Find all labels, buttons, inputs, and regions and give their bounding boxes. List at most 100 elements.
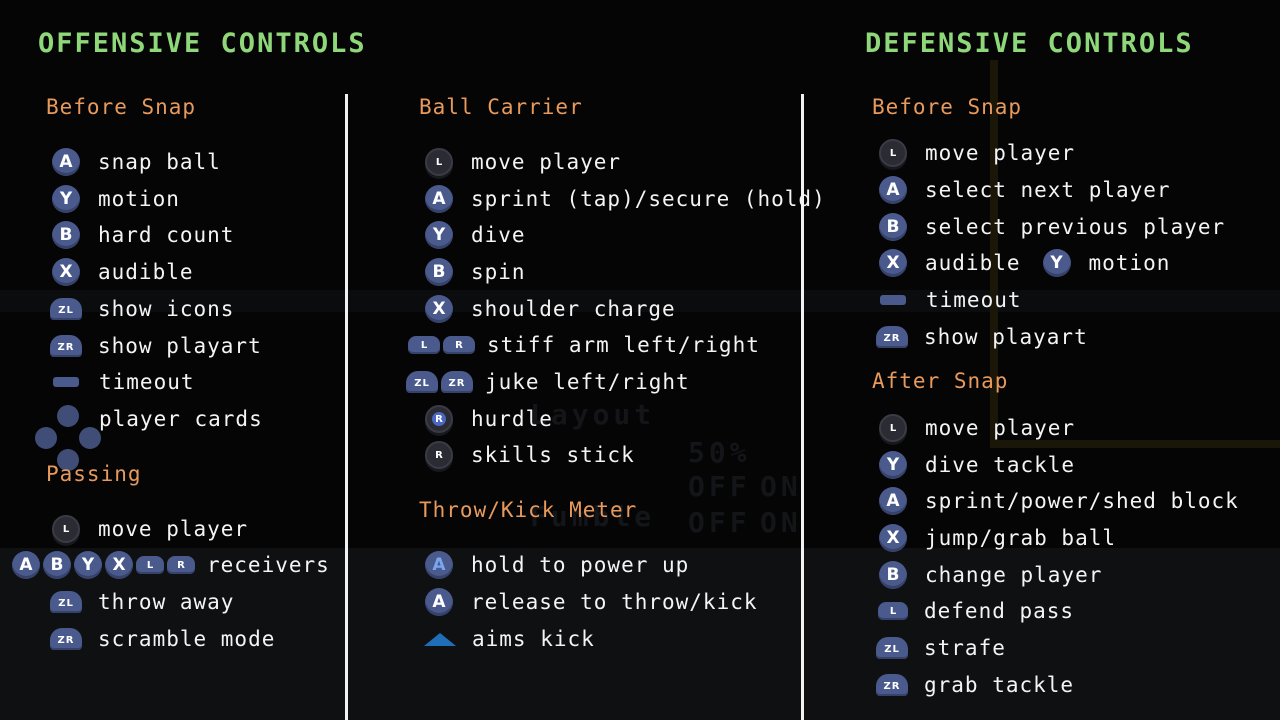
control-label: throw away: [98, 590, 235, 614]
zl-trigger-icon: ZL: [406, 371, 438, 393]
r-bumper-icon: R: [167, 556, 195, 574]
minus-button-icon: [53, 377, 79, 387]
control-row: Y motion: [52, 184, 180, 214]
control-row: B select previous player: [879, 212, 1225, 242]
control-row: Y dive tackle: [879, 450, 1075, 480]
control-row: A sprint/power/shed block: [879, 486, 1239, 516]
control-label: jump/grab ball: [925, 526, 1117, 550]
offensive-controls-title: OFFENSIVE CONTROLS: [38, 28, 367, 59]
control-row: timeout: [53, 367, 195, 397]
control-label: scramble mode: [98, 627, 276, 651]
control-row: Y dive: [425, 220, 526, 250]
control-label: release to throw/kick: [471, 590, 758, 614]
control-row: A sprint (tap)/secure (hold): [425, 184, 826, 214]
control-label: hard count: [98, 223, 235, 247]
b-button-icon: B: [52, 221, 80, 249]
right-stick-glyph: R: [432, 412, 446, 426]
y-button-icon: Y: [74, 551, 102, 579]
control-row: timeout: [880, 285, 1022, 315]
control-row: X shoulder charge: [425, 294, 676, 324]
b-button-icon: B: [879, 561, 907, 589]
dpad-left: [35, 427, 57, 449]
control-label: select next player: [925, 178, 1171, 202]
control-label: sprint (tap)/secure (hold): [471, 187, 826, 211]
control-row: X audible: [52, 257, 194, 287]
control-row: X jump/grab ball: [879, 523, 1116, 553]
offense-before-snap-heading: Before Snap: [46, 95, 197, 119]
b-button-icon: B: [43, 551, 71, 579]
control-label: show icons: [98, 297, 235, 321]
control-label: move player: [925, 416, 1076, 440]
control-row: ZR show playart: [876, 322, 1088, 352]
right-stick-press-icon: R: [425, 405, 453, 433]
zl-zr-triggers-icon: ZL ZR: [406, 371, 473, 393]
control-label: move player: [98, 517, 249, 541]
y-button-icon: Y: [425, 221, 453, 249]
control-label: shoulder charge: [471, 297, 676, 321]
bg-text-off1: OFF: [688, 470, 751, 503]
bg-text-on2: ON: [760, 506, 802, 539]
zl-trigger-icon: ZL: [876, 637, 908, 659]
x-button-icon: X: [105, 551, 133, 579]
control-row: L R stiff arm left/right: [408, 330, 760, 360]
control-row: ZR grab tackle: [876, 670, 1074, 700]
x-button-icon: X: [879, 249, 907, 277]
control-row: L move player: [879, 138, 1075, 168]
control-label: hurdle: [471, 407, 553, 431]
left-stick-icon: L: [879, 139, 907, 167]
control-label: juke left/right: [485, 370, 690, 394]
bg-text-pct: 50%: [688, 436, 751, 469]
ball-carrier-heading: Ball Carrier: [419, 95, 583, 119]
column-divider-left: [345, 94, 348, 720]
control-row: aims kick: [424, 624, 595, 654]
control-row: R hurdle: [425, 404, 553, 434]
x-button-icon: X: [52, 258, 80, 286]
control-row: A release to throw/kick: [425, 587, 758, 617]
l-bumper-icon: L: [878, 602, 908, 620]
throw-kick-meter-heading: Throw/Kick Meter: [419, 498, 638, 522]
r-bumper-icon: R: [443, 336, 475, 354]
b-button-icon: B: [879, 213, 907, 241]
x-button-icon: X: [425, 295, 453, 323]
defensive-controls-title: DEFENSIVE CONTROLS: [865, 28, 1194, 59]
control-label: change player: [925, 563, 1103, 587]
control-row: ZL strafe: [876, 633, 1006, 663]
zr-trigger-icon: ZR: [50, 628, 82, 650]
defense-before-snap-heading: Before Snap: [872, 95, 1023, 119]
control-row: L move player: [52, 514, 248, 544]
control-row: A hold to power up: [425, 550, 689, 580]
bg-text-off2: OFF: [688, 506, 751, 539]
control-row: X audible Y motion: [879, 248, 1170, 278]
x-button-icon: X: [879, 524, 907, 552]
control-label: select previous player: [925, 215, 1226, 239]
right-stick-icon: R: [425, 441, 453, 469]
triangle-aim-icon: [424, 632, 456, 646]
zr-trigger-icon: ZR: [876, 326, 908, 348]
offense-passing-heading: Passing: [46, 462, 142, 486]
control-row: ZL throw away: [50, 587, 234, 617]
control-row: ZL show icons: [50, 294, 234, 324]
a-button-icon: A: [879, 176, 907, 204]
y-button-icon: Y: [879, 451, 907, 479]
left-stick-icon: L: [879, 414, 907, 442]
control-label: show playart: [924, 325, 1088, 349]
control-row: ZR scramble mode: [50, 624, 275, 654]
control-row: L move player: [425, 147, 621, 177]
control-label: sprint/power/shed block: [925, 489, 1239, 513]
receiver-buttons-icon: A B Y X L R: [12, 551, 195, 579]
control-label: dive: [471, 223, 526, 247]
zl-trigger-icon: ZL: [50, 298, 82, 320]
control-label: motion: [98, 187, 180, 211]
control-row: ZR show playart: [50, 331, 262, 361]
control-row: B change player: [879, 560, 1102, 590]
control-label: timeout: [99, 370, 195, 394]
control-row: L move player: [879, 413, 1075, 443]
left-stick-icon: L: [52, 515, 80, 543]
control-label: snap ball: [98, 150, 221, 174]
control-label: receivers: [207, 553, 330, 577]
control-row: B spin: [425, 257, 526, 287]
control-label: audible: [925, 251, 1021, 275]
control-label: player cards: [99, 407, 263, 431]
control-label: dive tackle: [925, 453, 1076, 477]
a-button-icon: A: [425, 185, 453, 213]
